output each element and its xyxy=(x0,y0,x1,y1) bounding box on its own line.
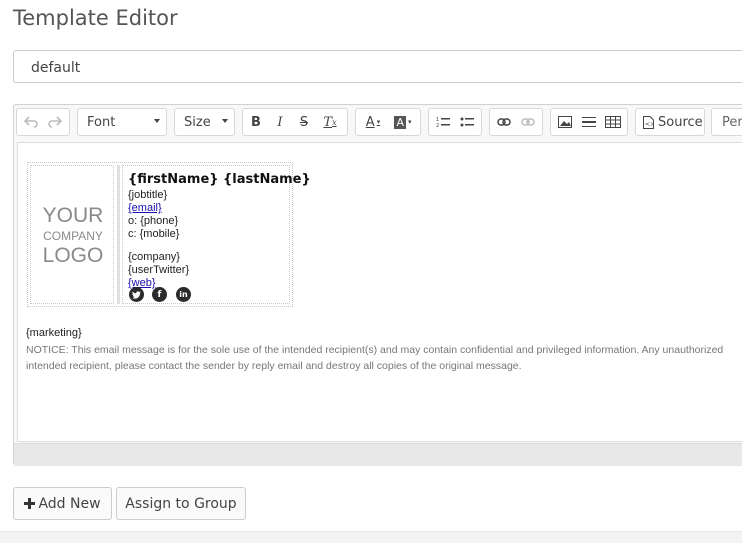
legal-notice: NOTICE: This email message is for the so… xyxy=(26,342,742,374)
signature-divider xyxy=(117,165,120,304)
bulleted-list-icon[interactable] xyxy=(456,111,478,133)
horizontal-line-icon[interactable] xyxy=(578,111,600,133)
history-group xyxy=(16,108,70,136)
signature-twitter: {userTwitter} xyxy=(128,264,190,276)
personalize-label: Pers xyxy=(722,114,742,130)
marketing-placeholder: {marketing} xyxy=(26,327,82,339)
linkedin-icon[interactable]: in xyxy=(176,287,191,302)
svg-text:2: 2 xyxy=(436,123,439,128)
assign-to-group-label: Assign to Group xyxy=(125,495,237,512)
signature-company: {company} xyxy=(128,251,180,263)
source-label: Source xyxy=(658,114,703,130)
editor-statusbar xyxy=(14,443,742,466)
legal-notice-line1: NOTICE: This email message is for the so… xyxy=(26,344,724,356)
logo-text-line2: COMPANY xyxy=(43,229,103,243)
signature-info: {firstName} {lastName} {jobtitle} {email… xyxy=(122,165,311,304)
svg-text:<>: <> xyxy=(645,121,654,128)
logo-text-line3: LOGO xyxy=(42,244,104,267)
page-footer-strip xyxy=(0,531,742,543)
rich-text-editor: Font Size B I S Tx A ▾ A ▾ 12 <> Source … xyxy=(13,104,742,466)
unlink-icon[interactable] xyxy=(517,111,539,133)
numbered-list-icon[interactable]: 12 xyxy=(432,111,454,133)
template-select-value: default xyxy=(31,60,81,76)
company-logo-placeholder: YOUR COMPANY LOGO xyxy=(30,165,114,304)
signature-mobile: c: {mobile} xyxy=(128,228,180,240)
background-color-icon[interactable]: A ▾ xyxy=(389,111,417,133)
signature-table: YOUR COMPANY LOGO {firstName} {lastName}… xyxy=(27,162,311,307)
signature-email-link[interactable]: {email} xyxy=(128,202,162,214)
bold-icon[interactable]: B xyxy=(245,111,267,133)
plus-icon xyxy=(24,498,36,509)
legal-notice-line2: intended recipient, please contact the s… xyxy=(26,360,522,372)
assign-to-group-button[interactable]: Assign to Group xyxy=(116,487,246,520)
size-dropdown[interactable]: Size xyxy=(174,108,235,136)
chevron-down-icon xyxy=(154,119,160,123)
font-dropdown[interactable]: Font xyxy=(77,108,167,136)
source-icon: <> xyxy=(641,111,655,133)
strikethrough-icon[interactable]: S xyxy=(293,111,315,133)
undo-icon[interactable] xyxy=(20,111,42,133)
italic-icon[interactable]: I xyxy=(269,111,291,133)
redo-icon[interactable] xyxy=(44,111,66,133)
signature-jobtitle: {jobtitle} xyxy=(128,189,168,201)
page-title: Template Editor xyxy=(13,6,178,30)
editor-content[interactable]: YOUR COMPANY LOGO {firstName} {lastName}… xyxy=(17,142,742,442)
list-group: 12 xyxy=(428,108,482,136)
logo-text-line1: YOUR xyxy=(42,204,104,227)
size-dropdown-label: Size xyxy=(184,115,211,130)
text-color-icon[interactable]: A ▾ xyxy=(359,111,387,133)
basic-styles-group: B I S Tx xyxy=(242,108,348,136)
facebook-icon[interactable]: f xyxy=(152,287,167,302)
font-dropdown-label: Font xyxy=(87,115,116,130)
insert-group xyxy=(550,108,628,136)
remove-format-icon[interactable]: Tx xyxy=(317,111,343,133)
image-icon[interactable] xyxy=(554,111,576,133)
link-group xyxy=(489,108,543,136)
twitter-icon[interactable] xyxy=(129,287,144,302)
chevron-down-icon xyxy=(222,119,228,123)
template-select[interactable]: default xyxy=(13,50,742,83)
add-new-button[interactable]: Add New xyxy=(13,487,112,520)
signature-phone: o: {phone} xyxy=(128,215,179,227)
signature-name: {firstName} {lastName} xyxy=(128,172,311,187)
add-new-label: Add New xyxy=(38,495,101,512)
personalize-dropdown[interactable]: Pers xyxy=(711,108,742,136)
colors-group: A ▾ A ▾ xyxy=(355,108,421,136)
link-icon[interactable] xyxy=(493,111,515,133)
source-button[interactable]: <> Source xyxy=(635,108,705,136)
editor-toolbar: Font Size B I S Tx A ▾ A ▾ 12 <> Source … xyxy=(16,107,742,141)
table-icon[interactable] xyxy=(602,111,624,133)
